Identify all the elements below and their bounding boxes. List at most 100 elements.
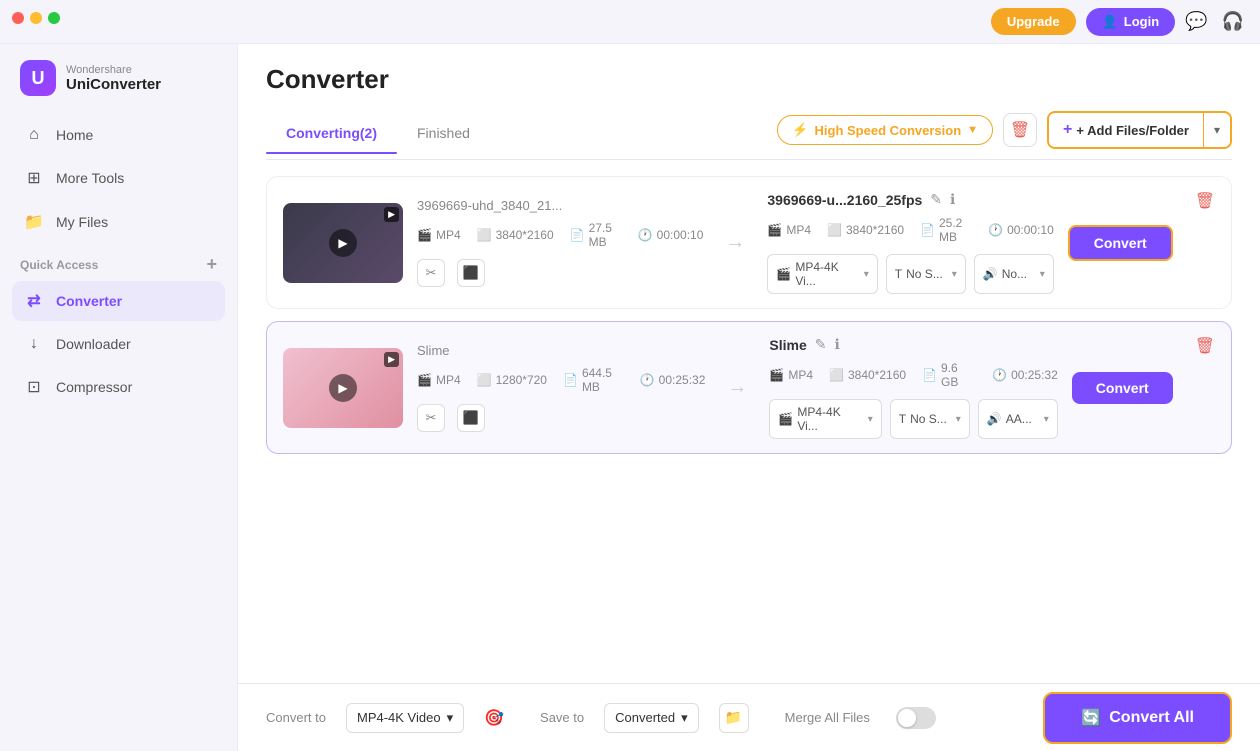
info-icon[interactable]: ℹ: [950, 191, 955, 208]
convert-to-label: Convert to: [266, 710, 326, 725]
folder-browse-button[interactable]: 📁: [719, 703, 749, 733]
video-icon: 🎬: [417, 228, 432, 242]
source-size-meta: 📄 644.5 MB: [563, 366, 624, 394]
files-icon: 📁: [24, 212, 44, 232]
audio-select[interactable]: 🔊 AA... ▾: [978, 399, 1058, 439]
main-nav: ⌂ Home ⊞ More Tools 📁 My Files: [0, 116, 237, 242]
sidebar-item-home[interactable]: ⌂ Home: [12, 116, 225, 154]
headphone-icon[interactable]: 🎧: [1222, 11, 1244, 32]
arrow-separator: →: [717, 231, 753, 254]
source-actions: ✂ ⬛: [417, 404, 705, 432]
target-duration-meta: 🕐 00:25:32: [992, 361, 1058, 389]
downloader-icon: ↓: [24, 335, 44, 353]
target-size-meta: 📄 25.2 MB: [920, 216, 972, 244]
logo-text: Wondershare UniConverter: [66, 64, 161, 93]
maximize-button[interactable]: [48, 12, 60, 24]
subtitle-select[interactable]: T No S... ▾: [890, 399, 970, 439]
sidebar-item-compressor[interactable]: ⊡ Compressor: [12, 367, 225, 407]
convert-all-button[interactable]: 🔄 Convert All: [1043, 692, 1232, 744]
high-speed-button[interactable]: ⚡ High Speed Conversion ▼: [777, 115, 993, 145]
source-format-meta: 🎬 MP4: [417, 366, 461, 394]
audio-select[interactable]: 🔊 No... ▾: [974, 254, 1054, 294]
target-video-icon: 🎬: [767, 223, 782, 237]
source-resolution-meta: ⬜ 1280*720: [477, 366, 547, 394]
format-select[interactable]: 🎬 MP4-4K Vi... ▾: [769, 399, 881, 439]
format-select[interactable]: 🎬 MP4-4K Vi... ▾: [767, 254, 877, 294]
upgrade-button[interactable]: Upgrade: [991, 8, 1076, 35]
sidebar-item-converter[interactable]: ⇄ Converter: [12, 281, 225, 321]
delete-file-button[interactable]: 🗑: [1195, 336, 1215, 356]
file-thumbnail: ▶ ▶: [283, 203, 403, 283]
audio-select-arrow: ▾: [1044, 414, 1049, 425]
page-title: Converter: [266, 64, 1232, 95]
home-icon: ⌂: [24, 126, 44, 144]
target-size-icon: 📄: [922, 368, 937, 382]
edit-filename-icon[interactable]: ✎: [815, 336, 827, 353]
logo-icon: U: [20, 60, 56, 96]
convert-to-arrow-icon: ▾: [447, 710, 454, 726]
format-select-arrow: ▾: [868, 414, 873, 425]
add-files-dropdown-button[interactable]: ▾: [1204, 116, 1230, 144]
file-thumbnail: ▶ ▶: [283, 348, 403, 428]
target-filename: Slime: [769, 337, 806, 353]
save-to-select[interactable]: Converted ▾: [604, 703, 699, 733]
trim-button[interactable]: ✂: [417, 404, 445, 432]
convert-button[interactable]: Convert: [1068, 225, 1173, 261]
app-logo: U Wondershare UniConverter: [0, 44, 237, 116]
target-resolution-icon: ⬜: [829, 368, 844, 382]
source-actions: ✂ ⬛: [417, 259, 703, 287]
login-button[interactable]: 👤 Login: [1086, 8, 1176, 36]
audio-icon: 🔊: [983, 267, 998, 281]
info-icon[interactable]: ℹ: [834, 336, 839, 353]
target-filename: 3969669-u...2160_25fps: [767, 192, 922, 208]
play-button[interactable]: ▶: [329, 229, 357, 257]
target-filename-row: Slime ✎ ℹ: [769, 336, 1057, 353]
convert-button[interactable]: Convert: [1072, 372, 1173, 404]
target-icon: 🎯: [484, 708, 504, 728]
file-info-source: 3969669-uhd_3840_21... 🎬 MP4 ⬜ 3840*2160…: [417, 198, 703, 287]
subtitle-icon: T: [895, 267, 902, 281]
edit-filename-icon[interactable]: ✎: [930, 191, 942, 208]
audio-select-arrow: ▾: [1040, 269, 1045, 280]
format-icon: 🎬: [776, 267, 791, 281]
delete-file-button[interactable]: 🗑: [1195, 191, 1215, 211]
window-controls: [12, 12, 60, 24]
resolution-icon: ⬜: [477, 373, 492, 387]
source-resolution-meta: ⬜ 3840*2160: [477, 221, 554, 249]
convert-to-select[interactable]: MP4-4K Video ▾: [346, 703, 464, 733]
clock-icon: 🕐: [638, 228, 653, 242]
subtitle-icon: T: [899, 412, 906, 426]
source-filename: 3969669-uhd_3840_21...: [417, 198, 703, 213]
sidebar-item-more-tools[interactable]: ⊞ More Tools: [12, 158, 225, 198]
quick-access-add-button[interactable]: +: [206, 254, 217, 275]
message-icon[interactable]: 💬: [1185, 11, 1207, 32]
close-button[interactable]: [12, 12, 24, 24]
add-files-main[interactable]: + + Add Files/Folder: [1049, 114, 1203, 146]
add-files-button[interactable]: + + Add Files/Folder ▾: [1047, 111, 1232, 149]
trim-button[interactable]: ✂: [417, 259, 445, 287]
tab-finished[interactable]: Finished: [397, 117, 490, 153]
sidebar-item-my-files[interactable]: 📁 My Files: [12, 202, 225, 242]
target-resolution-icon: ⬜: [827, 223, 842, 237]
delete-all-button[interactable]: 🗑: [1003, 113, 1037, 147]
target-filename-row: 3969669-u...2160_25fps ✎ ℹ: [767, 191, 1053, 208]
source-meta: 🎬 MP4 ⬜ 1280*720 📄 644.5 MB 🕐: [417, 366, 705, 394]
user-icon: 👤: [1102, 14, 1118, 30]
target-format-actions: 🎬 MP4-4K Vi... ▾ T No S... ▾ 🔊 No...: [767, 254, 1053, 294]
play-button[interactable]: ▶: [329, 374, 357, 402]
merge-toggle[interactable]: [896, 707, 936, 729]
dropdown-arrow-icon: ▾: [1214, 123, 1220, 137]
minimize-button[interactable]: [30, 12, 42, 24]
audio-icon: 🔊: [987, 412, 1002, 426]
source-size-meta: 📄 27.5 MB: [570, 221, 622, 249]
tabs: Converting(2) Finished: [266, 117, 490, 153]
sidebar-item-downloader[interactable]: ↓ Downloader: [12, 325, 225, 363]
tabs-bar: Converting(2) Finished ⚡ High Speed Conv…: [266, 111, 1232, 160]
crop-button[interactable]: ⬛: [457, 259, 485, 287]
file-info-target: 3969669-u...2160_25fps ✎ ℹ 🎬 MP4 ⬜ 3840*…: [767, 191, 1053, 294]
target-clock-icon: 🕐: [992, 368, 1007, 382]
crop-button[interactable]: ⬛: [457, 404, 485, 432]
tab-converting[interactable]: Converting(2): [266, 117, 397, 153]
subtitle-select[interactable]: T No S... ▾: [886, 254, 966, 294]
file-list: ▶ ▶ 3969669-uhd_3840_21... 🎬 MP4 ⬜ 3840*…: [238, 160, 1260, 683]
